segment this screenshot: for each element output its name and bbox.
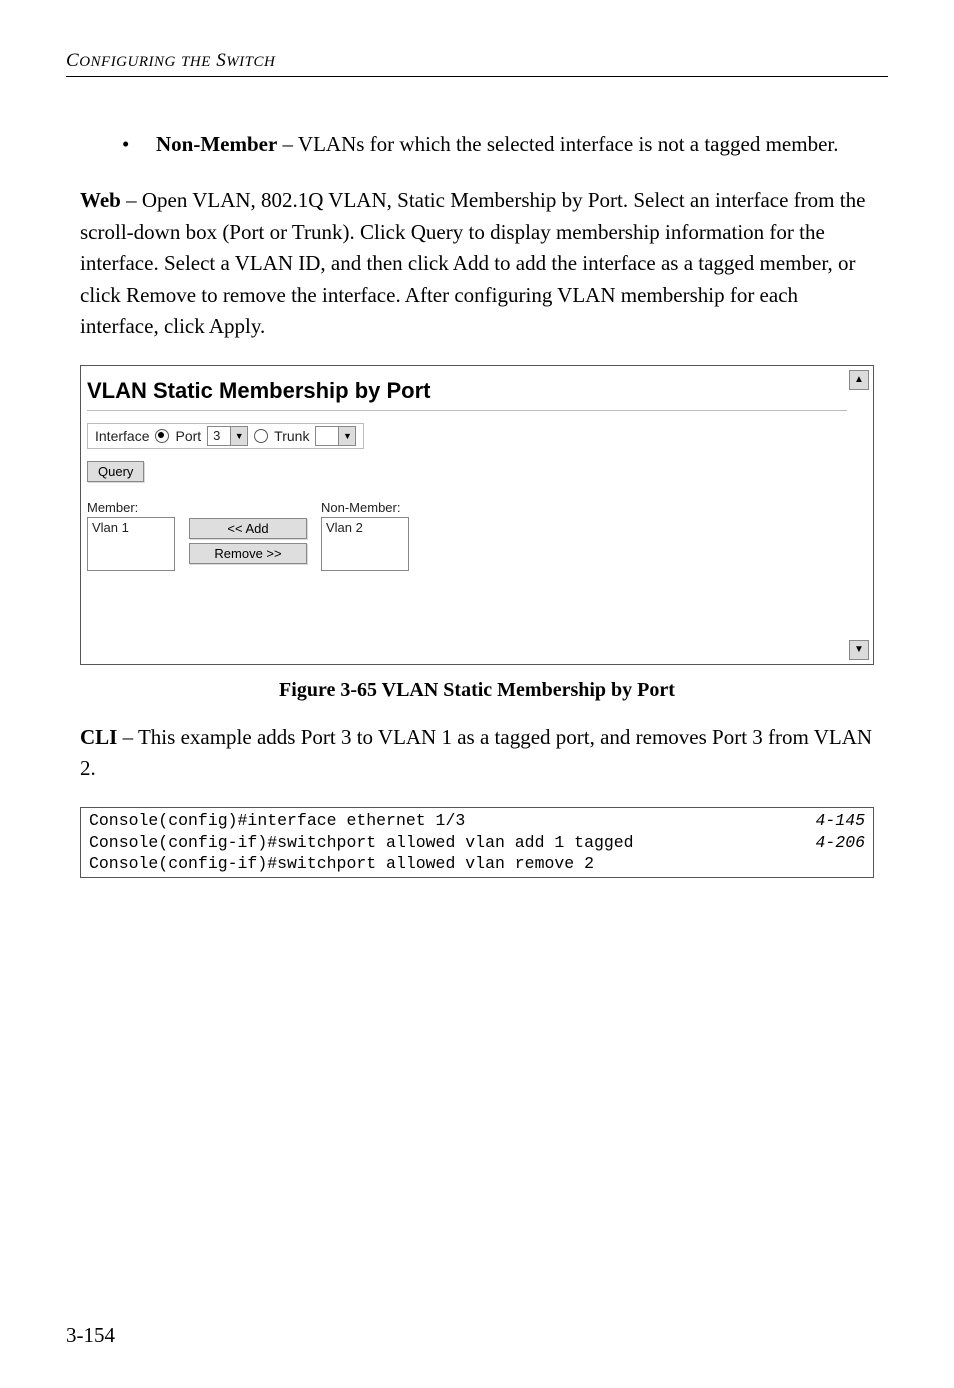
page-header: CONFIGURING THE SWITCH — [66, 50, 888, 72]
member-label: Member: — [87, 500, 175, 515]
transfer-buttons: << Add Remove >> — [189, 518, 307, 564]
remove-button[interactable]: Remove >> — [189, 543, 307, 564]
header-rule — [66, 76, 888, 77]
cli-cmd: Console(config)#interface ethernet 1/3 — [89, 810, 465, 832]
cli-ref: 4-206 — [815, 832, 865, 854]
bullet-desc: – VLANs for which the selected interface… — [277, 132, 838, 156]
panel-title: VLAN Static Membership by Port — [87, 368, 847, 410]
bullet-dot: • — [122, 129, 156, 159]
nonmember-item[interactable]: Vlan 2 — [326, 520, 404, 535]
chevron-down-icon: ▼ — [338, 427, 355, 445]
port-radio[interactable] — [155, 429, 169, 443]
cli-line: Console(config)#interface ethernet 1/3 4… — [89, 810, 865, 832]
cli-listing: Console(config)#interface ethernet 1/3 4… — [80, 807, 874, 878]
lists-row: Member: Vlan 1 << Add Remove >> Non-Memb… — [87, 500, 847, 571]
trunk-label: Trunk — [274, 428, 309, 444]
port-select-value: 3 — [208, 428, 230, 443]
query-button[interactable]: Query — [87, 461, 144, 482]
web-body: – Open VLAN, 802.1Q VLAN, Static Members… — [80, 188, 865, 338]
bullet-item: • Non-Member – VLANs for which the selec… — [122, 129, 878, 159]
vlan-panel: VLAN Static Membership by Port Interface… — [87, 368, 847, 660]
cli-ref: 4-145 — [815, 810, 865, 832]
port-label: Port — [175, 428, 201, 444]
interface-label: Interface — [95, 428, 149, 444]
cli-paragraph: CLI – This example adds Port 3 to VLAN 1… — [80, 722, 878, 785]
port-select[interactable]: 3 ▼ — [207, 426, 248, 446]
interface-row: Interface Port 3 ▼ Trunk ▼ — [87, 423, 364, 449]
member-listbox[interactable]: Vlan 1 — [87, 517, 175, 571]
trunk-radio[interactable] — [254, 429, 268, 443]
page-number: 3-154 — [66, 1323, 115, 1348]
trunk-select[interactable]: ▼ — [315, 426, 356, 446]
panel-title-rule — [87, 410, 847, 411]
cli-cmd: Console(config-if)#switchport allowed vl… — [89, 853, 594, 875]
cli-lead: CLI — [80, 725, 117, 749]
member-item[interactable]: Vlan 1 — [92, 520, 170, 535]
nonmember-listbox[interactable]: Vlan 2 — [321, 517, 409, 571]
chevron-down-icon: ▼ — [230, 427, 247, 445]
figure-caption: Figure 3-65 VLAN Static Membership by Po… — [66, 679, 888, 702]
nonmember-column: Non-Member: Vlan 2 — [321, 500, 409, 571]
web-lead: Web — [80, 188, 121, 212]
nonmember-label: Non-Member: — [321, 500, 409, 515]
screenshot-figure: ▲ ▼ VLAN Static Membership by Port Inter… — [80, 365, 874, 665]
scroll-up-button[interactable]: ▲ — [849, 370, 869, 390]
header-text: CONFIGURING THE SWITCH — [66, 50, 275, 71]
query-row: Query — [87, 461, 847, 482]
bullet-text: Non-Member – VLANs for which the selecte… — [156, 129, 838, 159]
cli-line: Console(config-if)#switchport allowed vl… — [89, 853, 865, 875]
add-button[interactable]: << Add — [189, 518, 307, 539]
scroll-down-button[interactable]: ▼ — [849, 640, 869, 660]
cli-cmd: Console(config-if)#switchport allowed vl… — [89, 832, 634, 854]
member-column: Member: Vlan 1 — [87, 500, 175, 571]
web-paragraph: Web – Open VLAN, 802.1Q VLAN, Static Mem… — [80, 185, 878, 343]
bullet-term: Non-Member — [156, 132, 277, 156]
cli-line: Console(config-if)#switchport allowed vl… — [89, 832, 865, 854]
cli-body: – This example adds Port 3 to VLAN 1 as … — [80, 725, 872, 781]
